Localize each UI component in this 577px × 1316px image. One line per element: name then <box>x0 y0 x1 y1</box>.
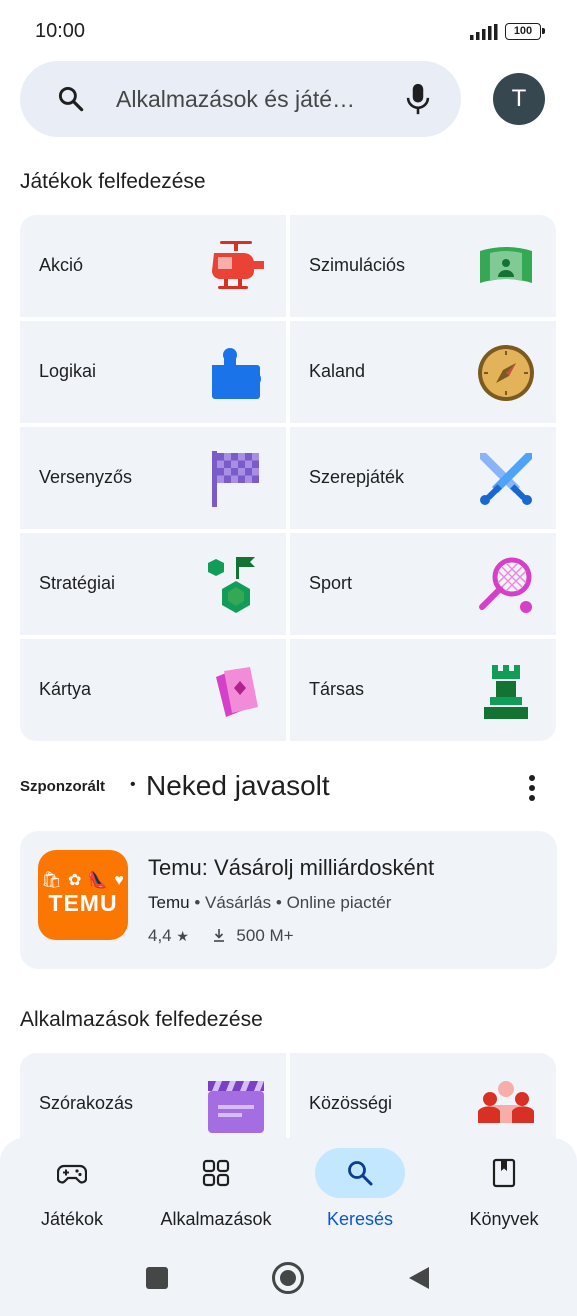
recents-button[interactable] <box>146 1267 168 1289</box>
helicopter-icon <box>212 241 264 289</box>
sponsored-section-title: Neked javasolt <box>146 770 330 801</box>
sponsored-label: Szponzorált <box>20 778 105 795</box>
category-label: Akció <box>39 255 84 275</box>
more-vert-icon[interactable] <box>520 772 544 804</box>
nav-label: Alkalmazások <box>160 1209 272 1229</box>
apps-grid-icon <box>202 1159 230 1187</box>
category-label: Stratégiai <box>39 573 116 593</box>
nav-label: Játékok <box>40 1209 104 1229</box>
app-downloads: 500 M+ <box>236 926 294 945</box>
category-tile-roleplay[interactable]: Szerepjáték <box>290 427 556 529</box>
temu-app-icon: 🛍 ✿ 👠 ♥ TEMU <box>38 850 128 940</box>
app-icon-glyphs: 🛍 ✿ 👠 ♥ <box>41 872 125 889</box>
app-developer: Temu <box>148 893 190 912</box>
account-avatar[interactable]: T <box>493 73 545 125</box>
category-tile-cards[interactable]: Kártya <box>20 639 286 741</box>
status-bar: 10:00 100 <box>0 0 577 62</box>
nav-item-search[interactable]: Keresés <box>288 1138 432 1248</box>
signal-icon <box>470 24 498 40</box>
strategy-icon <box>208 557 255 613</box>
microphone-icon[interactable] <box>404 81 432 117</box>
puzzle-icon <box>212 348 261 399</box>
battery-icon: 100 <box>505 23 545 40</box>
category-label: Logikai <box>39 361 97 381</box>
star-icon: ★ <box>176 928 189 944</box>
category-label: Kaland <box>309 361 366 381</box>
sponsored-app-card[interactable]: 🛍 ✿ 👠 ♥ TEMU Temu: Vásárolj milliárdoské… <box>20 831 557 969</box>
category-label: Szerepjáték <box>309 467 405 487</box>
nav-icon-container <box>171 1148 261 1198</box>
nav-label: Keresés <box>326 1209 394 1229</box>
category-label: Sport <box>309 573 353 593</box>
apps-section-title: Alkalmazások felfedezése <box>20 1008 263 1031</box>
category-label: Kártya <box>39 679 92 699</box>
separator-dot: • <box>194 893 201 912</box>
category-tile-simulation[interactable]: Szimulációs <box>290 215 556 317</box>
category-label: Társas <box>309 679 365 699</box>
system-navigation-bar <box>0 1248 577 1308</box>
simulation-icon <box>480 247 532 283</box>
app-subcategory: Online piactér <box>286 893 392 912</box>
checkered-flag-icon <box>212 451 259 507</box>
nav-item-apps[interactable]: Alkalmazások <box>144 1138 288 1248</box>
category-tile-action[interactable]: Akció <box>20 215 286 317</box>
category-label: Versenyzős <box>39 467 133 487</box>
category-tile-sport[interactable]: Sport <box>290 533 556 635</box>
tennis-racket-icon <box>479 557 532 613</box>
nav-item-games[interactable]: Játékok <box>0 1138 144 1248</box>
search-bar[interactable]: Alkalmazások és játé… <box>20 61 461 137</box>
home-button[interactable] <box>272 1262 304 1294</box>
download-icon <box>213 929 224 942</box>
nav-item-books[interactable]: Könyvek <box>432 1138 576 1248</box>
crossed-swords-icon <box>480 453 532 505</box>
app-stats: 4,4 ★ 500 M+ <box>148 926 294 946</box>
category-tile-adventure[interactable]: Kaland <box>290 321 556 423</box>
category-label: Szórakozás <box>39 1093 134 1113</box>
app-rating: 4,4 <box>148 926 172 945</box>
app-name: Temu: Vásárolj milliárdosként <box>148 855 435 880</box>
category-tile-racing[interactable]: Versenyzős <box>20 427 286 529</box>
search-input[interactable]: Alkalmazások és játé… <box>116 86 355 113</box>
sponsored-header: Szponzorált • Neked javasolt <box>20 770 557 806</box>
compass-icon <box>478 345 534 401</box>
people-icon <box>478 1081 534 1123</box>
nav-label: Könyvek <box>469 1209 539 1229</box>
category-tile-strategy[interactable]: Stratégiai <box>20 533 286 635</box>
search-icon <box>58 86 84 112</box>
separator-dot: • <box>130 776 136 793</box>
status-time: 10:00 <box>35 20 86 42</box>
app-icon-logo-text: TEMU <box>48 890 118 916</box>
back-button[interactable] <box>407 1265 431 1291</box>
chess-rook-icon <box>484 665 528 719</box>
category-label: Szimulációs <box>309 255 406 275</box>
category-tile-puzzle[interactable]: Logikai <box>20 321 286 423</box>
games-section-title: Játékok felfedezése <box>20 170 206 193</box>
clapperboard-icon <box>208 1081 264 1133</box>
gamepad-icon <box>57 1164 87 1184</box>
search-icon <box>348 1161 373 1186</box>
cards-icon <box>216 667 258 717</box>
app-meta: Temu • Vásárlás • Online piactér <box>148 893 391 913</box>
book-icon <box>492 1158 516 1188</box>
app-category: Vásárlás <box>205 893 272 912</box>
nav-icon-container <box>459 1148 549 1198</box>
nav-active-indicator <box>315 1148 405 1198</box>
separator-dot: • <box>275 893 282 912</box>
category-tile-board[interactable]: Társas <box>290 639 556 741</box>
nav-icon-container <box>27 1148 117 1198</box>
category-label: Közösségi <box>309 1093 393 1113</box>
